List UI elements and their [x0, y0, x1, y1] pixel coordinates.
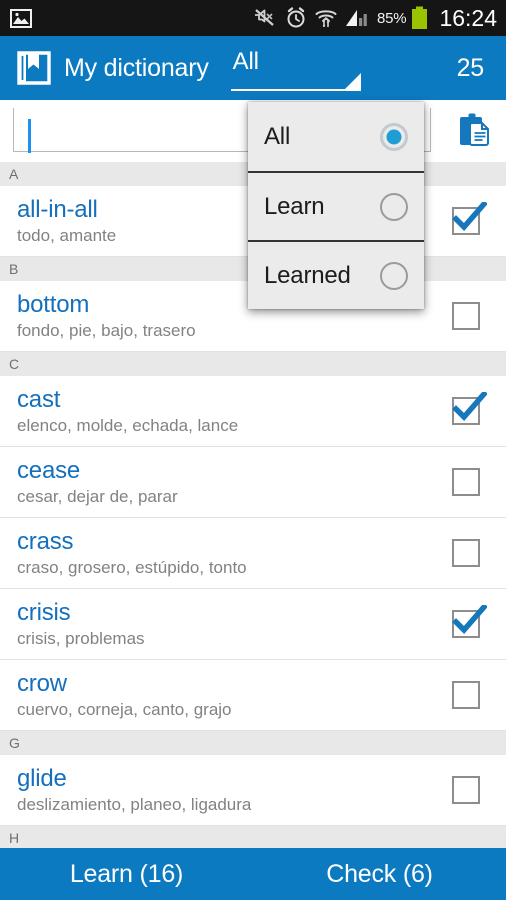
- section-header: H: [0, 826, 506, 850]
- word-translations: deslizamiento, planeo, ligadura: [17, 794, 252, 814]
- word-row-text: crisis crisis, problemas: [0, 599, 452, 650]
- filter-spinner-underline: [230, 89, 361, 91]
- word-row-text: crass craso, grosero, estúpido, tonto: [0, 528, 452, 579]
- app-title: My dictionary: [64, 53, 209, 82]
- checkmark-icon: [452, 392, 487, 422]
- radio-button-selected[interactable]: [380, 122, 408, 151]
- wifi-transfer-icon: [315, 10, 337, 27]
- section-header-letter: G: [9, 735, 20, 751]
- bottom-bar: Learn (16) Check (6): [0, 848, 506, 900]
- word-checkbox-checked[interactable]: [452, 202, 487, 235]
- status-bar-left: [0, 8, 253, 28]
- section-header-letter: H: [9, 830, 20, 846]
- battery-percent: 85%: [377, 9, 407, 27]
- book-bookmark-icon: [17, 51, 51, 85]
- checkmark-icon: [452, 202, 487, 232]
- status-bar-clock: 16:24: [439, 4, 497, 31]
- action-bar: My dictionary All 25: [0, 36, 506, 100]
- word-row[interactable]: crow cuervo, corneja, canto, grajo: [0, 660, 506, 731]
- filter-spinner-value: All: [232, 48, 259, 75]
- checkbox-box: [452, 302, 480, 330]
- status-bar-right: 85% 16:24: [253, 6, 506, 30]
- dropdown-option-learned[interactable]: Learned: [248, 240, 424, 309]
- word-translations: cesar, dejar de, parar: [17, 486, 178, 506]
- word-translations: crisis, problemas: [17, 628, 145, 648]
- word-row[interactable]: cease cesar, dejar de, parar: [0, 447, 506, 518]
- alarm-icon: [287, 7, 305, 28]
- filter-dropdown-menu[interactable]: All Learn Learned: [248, 102, 424, 309]
- word-row-text: cease cesar, dejar de, parar: [0, 457, 452, 508]
- check-button[interactable]: Check (6): [253, 860, 506, 889]
- learn-button[interactable]: Learn (16): [0, 860, 253, 889]
- word-checkbox-unchecked[interactable]: [452, 468, 480, 496]
- word-row[interactable]: crisis crisis, problemas: [0, 589, 506, 660]
- battery-icon: [412, 6, 428, 29]
- word-row[interactable]: glide deslizamiento, planeo, ligadura: [0, 755, 506, 826]
- word-term: cast: [17, 385, 61, 413]
- checkbox-box: [452, 539, 480, 567]
- image-icon: [10, 8, 32, 28]
- clipboard-icon: [460, 113, 489, 146]
- word-checkbox-unchecked[interactable]: [452, 539, 480, 567]
- checkbox-box: [452, 681, 480, 709]
- word-row[interactable]: crass craso, grosero, estúpido, tonto: [0, 518, 506, 589]
- word-checkbox-unchecked[interactable]: [452, 681, 480, 709]
- word-term: glide: [17, 764, 67, 792]
- dropdown-option-label: Learn: [264, 192, 325, 220]
- checkmark-icon: [452, 605, 487, 635]
- word-translations: cuervo, corneja, canto, grajo: [17, 699, 232, 719]
- section-header-letter: C: [9, 356, 20, 372]
- word-row-text: cast elenco, molde, echada, lance: [0, 386, 452, 437]
- radio-button-unselected[interactable]: [380, 192, 408, 221]
- word-translations: elenco, molde, echada, lance: [17, 415, 239, 435]
- app-screen: 85% 16:24 My dictionary All 25 A all-in-…: [0, 0, 506, 900]
- checkbox-box: [452, 776, 480, 804]
- word-row-text: glide deslizamiento, planeo, ligadura: [0, 765, 452, 816]
- checkbox-box: [452, 468, 480, 496]
- word-translations: fondo, pie, bajo, trasero: [17, 320, 196, 340]
- caret-down-icon: [344, 73, 361, 89]
- word-count: 25: [456, 53, 485, 82]
- word-translations: craso, grosero, estúpido, tonto: [17, 557, 247, 577]
- signal-icon: [346, 10, 367, 26]
- word-checkbox-checked[interactable]: [452, 605, 487, 638]
- filter-spinner[interactable]: All: [230, 45, 361, 91]
- section-header-letter: B: [9, 261, 19, 277]
- section-header: C: [0, 352, 506, 376]
- section-header: G: [0, 731, 506, 755]
- section-header-letter: A: [9, 166, 19, 182]
- word-term: cease: [17, 456, 81, 484]
- radio-button-unselected[interactable]: [380, 261, 408, 290]
- dropdown-option-all[interactable]: All: [248, 102, 424, 171]
- dropdown-option-label: All: [264, 122, 291, 150]
- word-term: crass: [17, 527, 74, 555]
- status-bar: 85% 16:24: [0, 0, 506, 36]
- mute-icon: [255, 9, 274, 26]
- word-checkbox-unchecked[interactable]: [452, 302, 480, 330]
- word-row-text: crow cuervo, corneja, canto, grajo: [0, 670, 452, 721]
- word-checkbox-checked[interactable]: [452, 392, 487, 425]
- word-term: crow: [17, 669, 67, 697]
- dropdown-option-label: Learned: [264, 261, 351, 289]
- word-row[interactable]: cast elenco, molde, echada, lance: [0, 376, 506, 447]
- word-term: crisis: [17, 598, 71, 626]
- paste-clipboard-button[interactable]: [452, 110, 494, 152]
- dropdown-option-learn[interactable]: Learn: [248, 171, 424, 240]
- word-checkbox-unchecked[interactable]: [452, 776, 480, 804]
